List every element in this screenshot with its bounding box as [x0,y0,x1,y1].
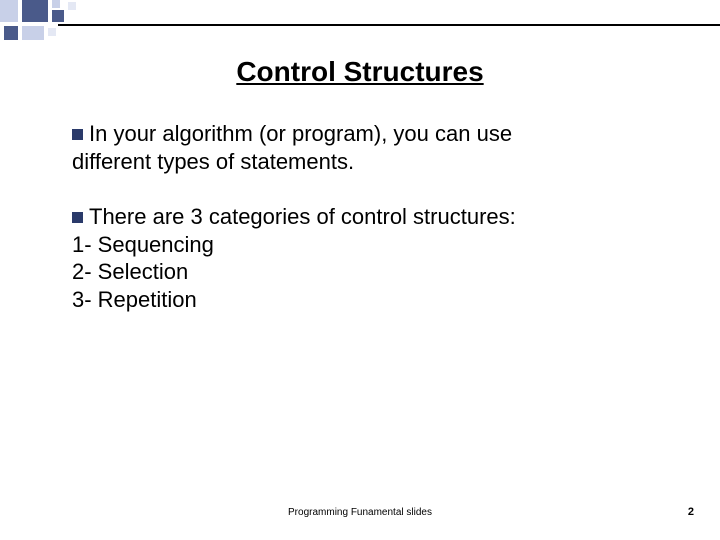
slide-content: In your algorithm (or program), you can … [72,120,662,313]
category-item: 3- Repetition [72,286,662,314]
bullet-text: In your algorithm (or program), you can … [89,121,512,146]
category-item: 2- Selection [72,258,662,286]
bullet-item: In your algorithm (or program), you can … [72,120,662,175]
bullet-item: There are 3 categories of control struct… [72,203,662,313]
footer-text: Programming Funamental slides [0,507,720,518]
slide-decoration [0,0,720,42]
page-number: 2 [688,506,694,518]
square-bullet-icon [72,129,83,140]
category-item: 1- Sequencing [72,231,662,259]
slide-title: Control Structures [0,56,720,88]
bullet-text-continuation: different types of statements. [72,148,662,176]
bullet-text: There are 3 categories of control struct… [89,204,516,229]
square-bullet-icon [72,212,83,223]
